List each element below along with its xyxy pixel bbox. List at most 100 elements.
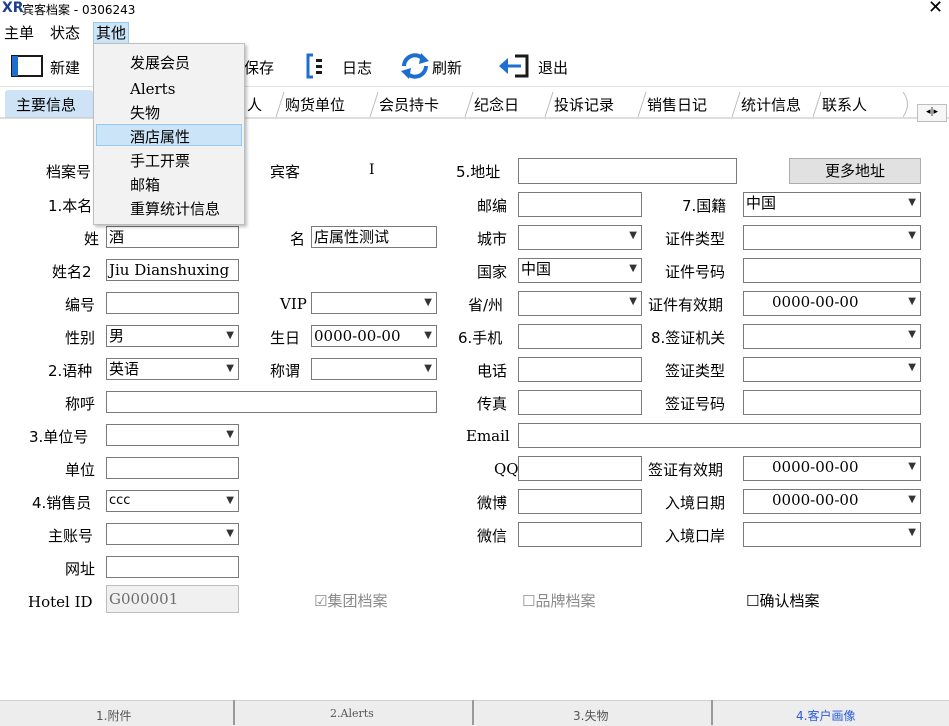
visa-number-field[interactable] — [743, 390, 921, 415]
nationality-select[interactable]: 中国 ▼ — [743, 192, 921, 217]
visa-valid-select[interactable]: 0000-00-00 ▼ — [743, 456, 921, 481]
guest-label: 宾客 — [270, 163, 301, 181]
name2-label: 姓名2 — [52, 263, 92, 281]
unit-label: 单位 — [65, 461, 96, 479]
mobile-field[interactable] — [518, 324, 642, 349]
address-field[interactable] — [518, 158, 737, 184]
menu-recalc-stats[interactable]: 重算统计信息 — [130, 198, 220, 219]
bottom-tab-separator — [472, 700, 474, 725]
vip-select[interactable]: ▼ — [311, 292, 437, 314]
tab-scroll-arrows[interactable]: ◂|▸ — [917, 104, 947, 122]
surname-field[interactable]: 酒 — [106, 226, 239, 248]
visa-type-label: 签证类型 — [665, 362, 726, 380]
bottom-tab-separator — [233, 700, 235, 725]
bottom-tab-customer-profile[interactable]: 4.客户画像 — [796, 707, 855, 724]
chevron-down-icon: ▼ — [424, 363, 432, 374]
unit-no-select[interactable]: ▼ — [106, 424, 239, 446]
confirm-archive-checkbox[interactable]: ☐确认档案 — [746, 590, 819, 611]
entry-date-label: 入境日期 — [665, 494, 726, 512]
log-button[interactable]: 日志 — [342, 57, 372, 78]
menu-other[interactable]: 其他 — [93, 22, 130, 44]
bottom-tab-alerts[interactable]: 2.Alerts — [330, 707, 374, 720]
refresh-button[interactable]: 刷新 — [432, 57, 462, 78]
qq-label: QQ — [494, 460, 519, 478]
group-archive-checkbox[interactable]: ☑集团档案 — [314, 590, 387, 611]
exit-button[interactable]: 退出 — [538, 57, 568, 78]
gender-select[interactable]: 男 ▼ — [106, 325, 239, 347]
salesman-select[interactable]: ccc ▼ — [106, 490, 239, 512]
new-icon — [10, 54, 44, 82]
master-account-label: 主账号 — [48, 527, 94, 545]
website-label: 网址 — [65, 560, 96, 578]
menu-status[interactable]: 状态 — [48, 23, 82, 43]
close-button[interactable]: ✕ — [928, 0, 943, 18]
language-select[interactable]: 英语 ▼ — [106, 358, 239, 380]
province-select[interactable]: ▼ — [518, 291, 642, 316]
menu-manual-invoice[interactable]: 手工开票 — [130, 150, 190, 171]
province-label: 省/州 — [468, 296, 504, 314]
given-name-field[interactable]: 店属性测试 — [311, 226, 437, 248]
guest-value: I — [369, 162, 375, 178]
menu-main[interactable]: 主单 — [2, 23, 36, 43]
id-type-select[interactable]: ▼ — [743, 225, 921, 250]
city-select[interactable]: ▼ — [518, 225, 642, 250]
fax-field[interactable] — [518, 390, 642, 415]
visa-office-select[interactable]: ▼ — [743, 324, 921, 349]
name-section-label: 1.本名 — [48, 197, 93, 215]
birthday-select[interactable]: 0000-00-00 ▼ — [311, 325, 437, 347]
brand-archive-checkbox[interactable]: ☐品牌档案 — [522, 590, 595, 611]
visa-number-label: 签证号码 — [665, 395, 726, 413]
save-button[interactable]: 保存 — [244, 57, 274, 78]
salesman-label: 4.销售员 — [32, 494, 92, 512]
wechat-label: 微信 — [477, 527, 508, 545]
birthday-label: 生日 — [270, 329, 301, 347]
code-field[interactable] — [106, 292, 239, 314]
menu-develop-member[interactable]: 发展会员 — [130, 52, 190, 73]
entry-port-select[interactable]: ▼ — [743, 522, 921, 547]
name2-field[interactable]: Jiu Dianshuxing — [106, 259, 239, 281]
bottom-tab-attachments[interactable]: 1.附件 — [96, 707, 131, 724]
chevron-down-icon: ▼ — [908, 527, 916, 538]
menu-alerts[interactable]: Alerts — [130, 80, 175, 98]
chevron-down-icon: ▼ — [226, 363, 234, 374]
entry-date-select[interactable]: 0000-00-00 ▼ — [743, 489, 921, 514]
email-field[interactable] — [518, 423, 921, 448]
chevron-down-icon: ▼ — [629, 296, 637, 307]
website-field[interactable] — [106, 556, 239, 578]
salutation-field[interactable] — [106, 391, 437, 413]
menu-hotel-attributes[interactable]: 酒店属性 — [130, 126, 190, 147]
visa-type-select[interactable]: ▼ — [743, 357, 921, 382]
id-valid-label: 证件有效期 — [648, 296, 724, 314]
chevron-down-icon: ▼ — [908, 296, 916, 307]
email-label: Email — [466, 427, 510, 445]
bottom-tab-lost-items[interactable]: 3.失物 — [573, 707, 608, 724]
zip-label: 邮编 — [477, 197, 508, 215]
title-select[interactable]: ▼ — [311, 358, 437, 380]
id-type-label: 证件类型 — [665, 230, 726, 248]
new-button[interactable]: 新建 — [50, 57, 80, 78]
gender-label: 性别 — [65, 329, 96, 347]
mobile-label: 6.手机 — [458, 329, 503, 347]
chevron-down-icon: ▼ — [629, 230, 637, 241]
qq-field[interactable] — [518, 456, 642, 481]
visa-valid-label: 签证有效期 — [648, 461, 724, 479]
phone-field[interactable] — [518, 357, 642, 382]
more-address-button[interactable]: 更多地址 — [789, 158, 921, 184]
menu-mailbox[interactable]: 邮箱 — [130, 174, 160, 195]
weibo-field[interactable] — [518, 489, 642, 514]
chevron-down-icon: ▼ — [226, 429, 234, 440]
wechat-field[interactable] — [518, 522, 642, 547]
archive-no-label: 档案号 — [46, 163, 92, 181]
unit-field[interactable] — [106, 457, 239, 479]
title-label: 称谓 — [270, 362, 301, 380]
country-select[interactable]: 中国 ▼ — [518, 258, 642, 283]
id-number-field[interactable] — [743, 258, 921, 283]
id-valid-select[interactable]: 0000-00-00 ▼ — [743, 291, 921, 316]
menu-lost-items[interactable]: 失物 — [130, 102, 160, 123]
city-label: 城市 — [477, 230, 508, 248]
log-icon — [305, 53, 327, 83]
chevron-down-icon: ▼ — [226, 528, 234, 539]
master-account-select[interactable]: ▼ — [106, 523, 239, 545]
zip-field[interactable] — [518, 192, 642, 217]
hotel-id-field: G000001 — [106, 585, 239, 613]
